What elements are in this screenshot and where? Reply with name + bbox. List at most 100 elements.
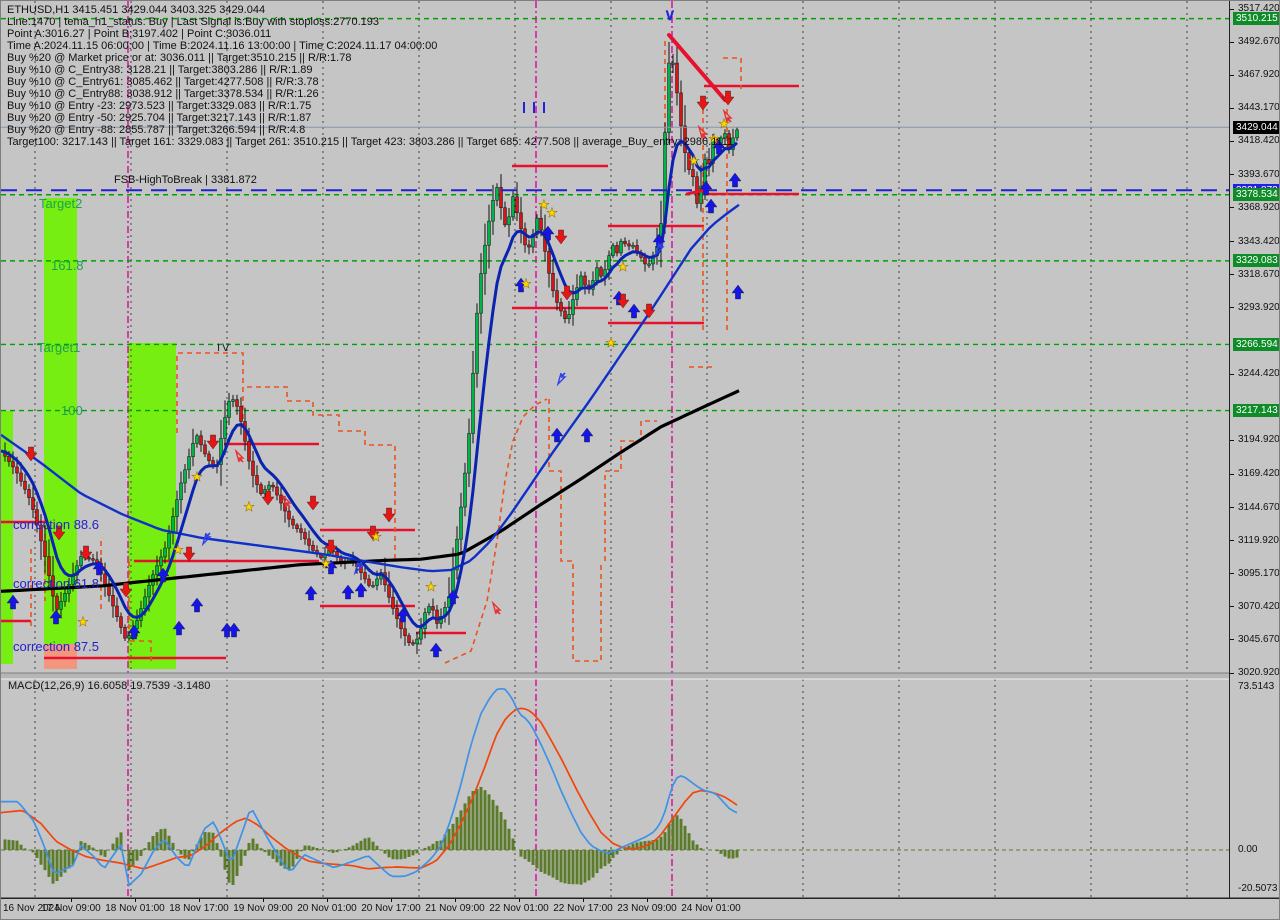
price-badge: 3510.215: [1233, 12, 1280, 25]
trailing-stop-line: [177, 353, 243, 433]
macd-histogram-bar: [548, 850, 551, 876]
salmon-zone: [44, 644, 77, 669]
macd-histogram-bar: [360, 841, 363, 850]
buy-arrow-icon: [705, 199, 717, 213]
macd-histogram-bar: [492, 800, 495, 850]
candle-body: [620, 241, 623, 253]
macd-histogram-bar: [524, 850, 527, 859]
macd-histogram-bar: [700, 848, 703, 850]
macd-histogram-bar: [544, 850, 547, 874]
axis-tick-mark: [1230, 540, 1234, 541]
candle-body: [60, 601, 63, 609]
macd-histogram-bar: [500, 812, 503, 850]
candle-body: [12, 462, 15, 467]
axis-tick-mark: [1230, 307, 1234, 308]
star-signal-icon: ★: [425, 579, 437, 594]
candle-body: [568, 314, 571, 318]
macd-histogram-bar: [128, 850, 131, 870]
macd-histogram-bar: [36, 850, 39, 858]
trailing-stop-line: [605, 421, 657, 561]
time-tick-label: 24 Nov 01:00: [681, 903, 741, 914]
price-tick-label: 3467.920: [1238, 69, 1280, 80]
time-axis[interactable]: 16 Nov 202417 Nov 09:0018 Nov 01:0018 No…: [1, 898, 1280, 920]
macd-histogram-bar: [568, 850, 571, 884]
candle-body: [516, 197, 519, 213]
star-signal-icon: ★: [688, 153, 700, 168]
buy-arrow-icon: [628, 304, 640, 318]
axis-tick-mark: [1230, 474, 1234, 475]
candle-body: [104, 574, 107, 585]
macd-histogram-bar: [716, 850, 719, 851]
candle-body: [44, 541, 47, 557]
candle-body: [188, 457, 191, 470]
macd-histogram-bar: [348, 847, 351, 850]
macd-histogram-bar: [268, 850, 271, 856]
candle-body: [436, 610, 439, 623]
candle-body: [52, 576, 55, 596]
candle-body: [232, 400, 235, 402]
star-signal-icon: ★: [520, 276, 532, 291]
buy-arrow-icon: [228, 623, 240, 637]
candle-body: [208, 454, 211, 461]
axis-tick-mark: [1230, 75, 1234, 76]
candle-body: [180, 483, 183, 500]
candle-body: [160, 557, 163, 566]
macd-histogram-bar: [408, 850, 411, 857]
sell-arrow-icon: [207, 435, 219, 449]
macd-histogram-bar: [596, 850, 599, 873]
macd-histogram-bar: [640, 842, 643, 850]
fast-ma-line: [1, 141, 737, 627]
candle-body: [288, 511, 291, 519]
pane-splitter[interactable]: [1, 673, 1229, 679]
candle-body: [392, 597, 395, 608]
macd-histogram-bar: [16, 841, 19, 850]
macd-histogram-bar: [136, 850, 139, 861]
macd-histogram-bar: [164, 829, 167, 850]
macd-histogram-bar: [600, 850, 603, 869]
candle-body: [240, 406, 243, 421]
candle-body: [120, 617, 123, 628]
time-tick-label: 23 Nov 09:00: [617, 903, 677, 914]
candle-body: [16, 467, 19, 473]
axis-tick-mark: [1230, 573, 1234, 574]
macd-histogram-bar: [432, 844, 435, 850]
macd-main-line: [1, 689, 737, 886]
candle-body: [564, 311, 567, 319]
candle-body: [724, 133, 727, 137]
macd-histogram-bar: [656, 840, 659, 850]
candle-body: [20, 473, 23, 481]
candle-body: [572, 300, 575, 315]
candle-body: [256, 475, 259, 484]
candle-body: [488, 221, 491, 245]
macd-histogram-bar: [140, 850, 143, 856]
hollow-sell-arrow-icon: [493, 603, 500, 614]
candle-body: [624, 241, 627, 244]
candle-body: [204, 445, 207, 454]
candle-body: [8, 456, 11, 461]
price-tick-label: 3020.920: [1238, 667, 1280, 678]
candle-body: [472, 373, 475, 433]
candle-body: [48, 557, 51, 576]
candle-body: [92, 559, 95, 561]
price-chart[interactable]: ★★★★★★★★★★★★★★★: [1, 1, 1280, 920]
candle-body: [464, 473, 467, 507]
candle-body: [172, 517, 175, 534]
candle-body: [600, 268, 603, 277]
candle-body: [28, 489, 31, 497]
sell-arrow-icon: [183, 547, 195, 561]
macd-histogram-bar: [480, 787, 483, 850]
price-badge: 3266.594: [1233, 338, 1280, 351]
macd-histogram-bar: [728, 850, 731, 858]
candle-body: [632, 245, 635, 247]
axis-tick-mark: [1230, 241, 1234, 242]
candle-body: [296, 525, 299, 529]
candle-body: [412, 643, 415, 645]
macd-histogram-bar: [320, 849, 323, 850]
candle-body: [260, 485, 263, 494]
axis-tick-mark: [1230, 673, 1234, 674]
price-axis[interactable]: 3517.4203492.6703467.9203443.1703418.420…: [1229, 1, 1280, 898]
macd-histogram-bar: [364, 838, 367, 850]
trailing-stop-line: [247, 387, 421, 559]
buy-arrow-icon: [729, 173, 741, 187]
candle-body: [272, 485, 275, 487]
